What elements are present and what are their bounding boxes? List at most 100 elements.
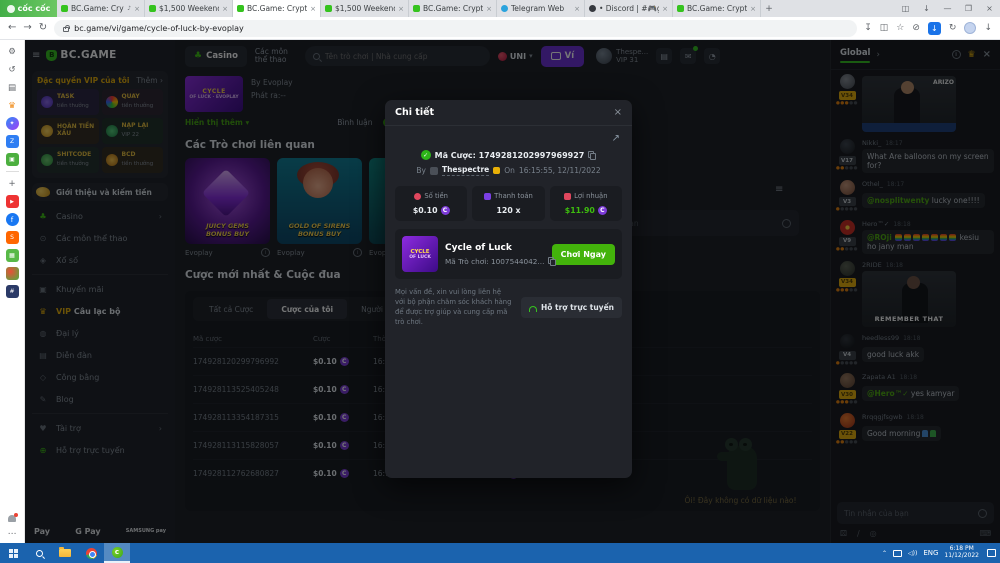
headset-icon (529, 306, 537, 312)
settings-gear-icon[interactable]: ⚙ (6, 45, 19, 58)
taskbar-search-icon[interactable] (26, 543, 52, 563)
crown-icon[interactable]: ♛ (6, 99, 19, 112)
download-manager-icon[interactable]: ↓ (928, 22, 941, 35)
browser-tab-bar: cốc cốc BC.Game: Crypto♪× $1,500 Weekend… (0, 0, 1000, 17)
tab-telegram[interactable]: Telegram Web× (497, 0, 585, 17)
chrome-taskbar-icon[interactable] (78, 543, 104, 563)
orange-app-icon[interactable]: S (6, 231, 19, 244)
system-tray: ⌃ ◁)) ENG 6:18 PM11/12/2022 (882, 546, 1000, 560)
start-button[interactable] (0, 543, 26, 563)
tray-expand-icon[interactable]: ⌃ (882, 550, 887, 557)
youtube-icon[interactable]: ▶ (6, 195, 19, 208)
tab-panel-icon[interactable]: ◫ (895, 0, 916, 17)
reload-button[interactable]: ↻ (39, 23, 47, 33)
messenger-icon[interactable]: ✦ (6, 117, 19, 130)
language-indicator[interactable]: ENG (923, 549, 938, 557)
window-maximize-button[interactable]: ❐ (958, 0, 979, 17)
back-button[interactable]: ← (8, 23, 16, 33)
screen: cốc cốc BC.Game: Crypto♪× $1,500 Weekend… (0, 0, 1000, 563)
tab-close-icon[interactable]: × (134, 5, 140, 13)
addressbar-actions: ↧ ◫ ☆ ⊘ ↓ ↻ ↓ (864, 22, 992, 35)
tab-close-icon[interactable]: × (398, 5, 404, 13)
window-minimize-button[interactable]: — (937, 0, 958, 17)
history-icon[interactable]: ↺ (6, 63, 19, 76)
volume-icon[interactable]: ◁)) (908, 550, 917, 557)
strawberry-app-icon[interactable] (6, 267, 19, 280)
coin-icon: C (598, 206, 607, 215)
tab-weekend-1[interactable]: $1,500 Weekend Ev× (145, 0, 233, 17)
modal-title: Chi tiết (395, 107, 434, 118)
tab-bcgame-3[interactable]: BC.Game: Crypto Ca× (409, 0, 497, 17)
download-icon[interactable]: ↧ (864, 23, 872, 33)
zalo-icon[interactable]: Z (6, 135, 19, 148)
bcgame-favicon (61, 5, 68, 12)
download-tray-icon[interactable]: ↓ (916, 0, 937, 17)
browser-address-bar: ← → ↻ bc.game/vi/game/cycle-of-luck-by-e… (0, 17, 1000, 40)
save-icon[interactable]: ↓ (984, 23, 992, 33)
modal-game-box: CYCLEOF LUCK Cycle of Luck Mã Trò chơi: … (395, 229, 622, 279)
bcgame-favicon (149, 5, 156, 12)
tab-discord[interactable]: • Discord | #🎮gam× (585, 0, 673, 17)
bookmark-star-icon[interactable]: ☆ (896, 23, 904, 33)
bet-details-modal: Chi tiết × ↗ ✓ Mã Cược: 1749281202997969… (385, 100, 632, 478)
file-explorer-icon[interactable] (52, 543, 78, 563)
reading-list-icon[interactable]: ▤ (6, 81, 19, 94)
share-icon[interactable]: ↗ (612, 134, 620, 148)
copy-icon[interactable] (548, 257, 556, 266)
tab-bcgame-2-active[interactable]: BC.Game: Crypto Ca× (233, 0, 321, 17)
tab-bcgame-4[interactable]: BC.Game: Crypto Ca× (673, 0, 761, 17)
rail-more-icon[interactable]: ⋯ (6, 527, 19, 540)
coccoc-logo-icon (7, 5, 15, 13)
games-icon[interactable]: ▣ (6, 153, 19, 166)
green-app-icon[interactable]: ▦ (6, 249, 19, 262)
copy-icon[interactable] (588, 151, 596, 160)
taskbar-clock[interactable]: 6:18 PM11/12/2022 (944, 546, 979, 560)
user-avatar-mini (430, 167, 438, 175)
lock-icon (63, 27, 69, 32)
workspace: ⚙ ↺ ▤ ♛ ✦ Z ▣ + ▶ f S ▦ # ⋯ ≡ BBC. (0, 40, 1000, 543)
window-close-button[interactable]: × (979, 0, 1000, 17)
omnibox[interactable]: bc.game/vi/game/cycle-of-luck-by-evoplay (54, 20, 857, 37)
profile-avatar-icon[interactable] (964, 22, 976, 34)
tab-close-icon[interactable]: × (574, 5, 580, 13)
network-icon[interactable] (893, 550, 902, 557)
cycle-of-luck-thumbnail[interactable]: CYCLEOF LUCK (402, 236, 438, 272)
window-controls: ◫ ↓ — ❐ × (895, 0, 1000, 17)
add-shortcut-icon[interactable]: + (6, 177, 19, 190)
adblock-icon[interactable]: ⊘ (912, 23, 920, 33)
new-tab-button[interactable]: + (761, 0, 777, 17)
windows-taskbar: c ⌃ ◁)) ENG 6:18 PM11/12/2022 (0, 543, 1000, 563)
tab-bcgame-1[interactable]: BC.Game: Crypto♪× (57, 0, 145, 17)
tab-close-icon[interactable]: × (222, 5, 228, 13)
stat-amount: Số tiền $0.10C (395, 186, 467, 221)
live-support-button[interactable]: Hỗ trợ trực tuyến (521, 297, 622, 318)
bet-stats: Số tiền $0.10C Thanh toán 120 x Lợi nhuậ… (395, 186, 622, 221)
stat-payout: Thanh toán 120 x (472, 186, 544, 221)
audio-icon: ♪ (127, 5, 131, 12)
bettor-name[interactable]: Thespectre (442, 165, 489, 176)
notifications-bell-icon[interactable] (8, 515, 16, 522)
tab-close-icon[interactable]: × (750, 5, 756, 13)
tab-close-icon[interactable]: × (662, 5, 668, 13)
tab-weekend-2[interactable]: $1,500 Weekend Ev× (321, 0, 409, 17)
bcgame-favicon (237, 5, 244, 12)
tab-close-icon[interactable]: × (310, 5, 316, 13)
forward-button[interactable]: → (23, 23, 31, 33)
bcgame-favicon (413, 5, 420, 12)
coin-icon: C (441, 206, 450, 215)
play-now-button[interactable]: Chơi Ngay (552, 244, 615, 265)
coccoc-taskbar-icon[interactable]: c (104, 543, 130, 563)
modal-close-button[interactable]: × (614, 107, 622, 118)
tab-close-icon[interactable]: × (486, 5, 492, 13)
sync-icon[interactable]: ↻ (949, 23, 957, 33)
honey-badge-icon (493, 167, 500, 174)
coccoc-brand-label: cốc cốc (18, 4, 51, 13)
translate-icon[interactable]: ◫ (880, 23, 889, 33)
discord-favicon (589, 5, 596, 12)
dark-app-icon[interactable]: # (6, 285, 19, 298)
card-icon (484, 193, 491, 200)
game-id-text: Mã Trò chơi: 1007544042... (445, 257, 544, 266)
facebook-icon[interactable]: f (6, 213, 19, 226)
action-center-icon[interactable] (987, 549, 996, 557)
coccoc-brand: cốc cốc (0, 0, 57, 17)
